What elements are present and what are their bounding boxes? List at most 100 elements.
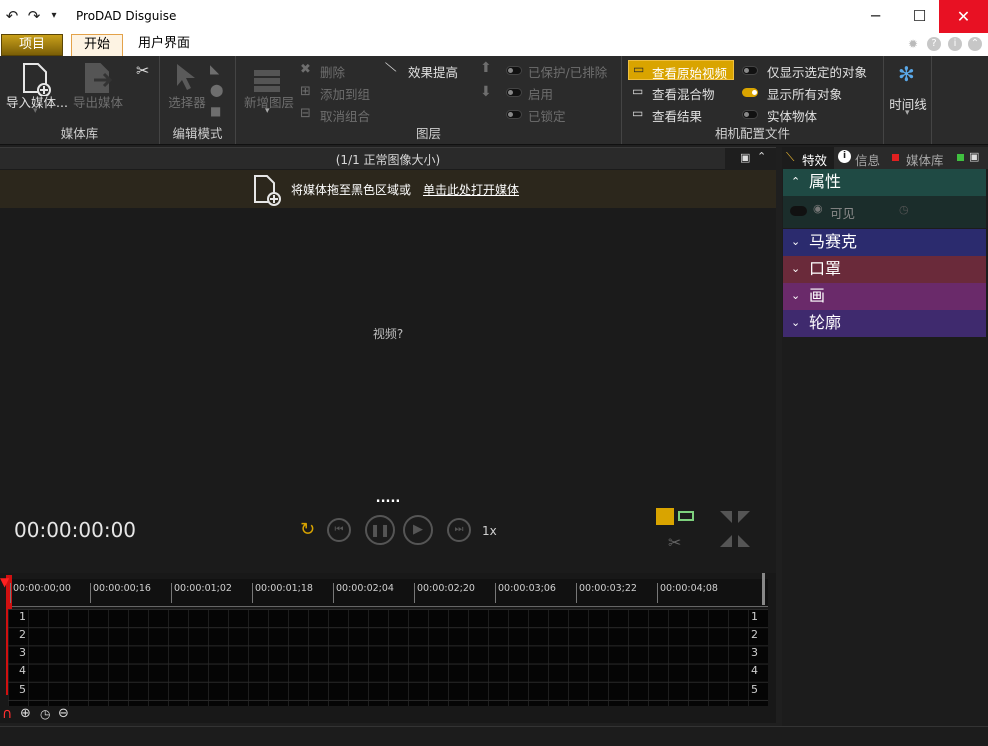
- section-properties[interactable]: ⌃ 属性: [783, 169, 986, 196]
- section-mask[interactable]: ⌄ 口罩: [783, 256, 986, 283]
- open-media-link[interactable]: 单击此处打开媒体: [423, 181, 519, 198]
- enabled-toggle[interactable]: [506, 88, 522, 97]
- minimize-button[interactable]: ─: [851, 0, 900, 33]
- show-all-toggle[interactable]: [742, 88, 758, 97]
- new-layer-dropdown-icon[interactable]: ▾: [265, 106, 270, 116]
- monitor-mix-icon: ▭: [632, 84, 644, 98]
- view-mix-button[interactable]: 查看混合物: [652, 84, 715, 103]
- info-tab-icon: i: [838, 150, 851, 163]
- track-number: 5: [19, 683, 26, 696]
- ruler-tick: 00:00:01;18: [252, 583, 313, 603]
- tab-user-interface[interactable]: 用户界面: [131, 34, 197, 56]
- delete-button[interactable]: 删除: [320, 62, 345, 81]
- viewer-zoom-label: (1/1 正常图像大小): [335, 153, 441, 167]
- view-original-video-button[interactable]: ▭ 查看原始视频: [628, 60, 734, 81]
- track-number: 1: [19, 610, 26, 623]
- ruler-tick: 00:00:00;00: [10, 583, 71, 603]
- timeline-panel[interactable]: ▼ 00:00:00;00 00:00:00;16 00:00:01;02 00…: [0, 573, 776, 723]
- only-selected-toggle[interactable]: [742, 66, 758, 75]
- enabled-label: 启用: [528, 87, 554, 102]
- selector-button[interactable]: 选择器: [162, 92, 212, 111]
- mark-out-icon[interactable]: [678, 511, 694, 521]
- video-placeholder-text: 视频?: [372, 327, 404, 341]
- scissors-icon[interactable]: ✂: [136, 61, 149, 80]
- close-button[interactable]: ✕: [939, 0, 988, 33]
- group-media-library: 导入媒体... ▾ 导出媒体 ✂ 媒体库: [0, 56, 160, 144]
- playback-speed[interactable]: 1x: [482, 524, 497, 538]
- import-media-icon: [23, 63, 51, 96]
- ruler-tick: 00:00:02;04: [333, 583, 394, 603]
- track-number-right: 5: [751, 683, 758, 696]
- collapse-chevron-icon: ⌃: [791, 175, 801, 188]
- locked-toggle[interactable]: [506, 110, 522, 119]
- add-to-group-button[interactable]: 添加到组: [320, 84, 370, 103]
- tab-start[interactable]: 开始: [71, 34, 123, 56]
- tab-project[interactable]: 项目: [1, 34, 63, 56]
- end-marker[interactable]: [762, 573, 765, 605]
- move-up-icon[interactable]: ⬆: [480, 60, 492, 76]
- timeline-dropdown-icon[interactable]: ▾: [905, 108, 910, 118]
- import-dropdown-icon[interactable]: ▾: [33, 106, 38, 116]
- zoom-out-icon[interactable]: ⊖: [58, 706, 69, 721]
- panel-status-icon: [957, 154, 964, 161]
- media-library-group-label: 媒体库: [60, 126, 99, 141]
- track-number: 2: [19, 628, 26, 641]
- pause-button[interactable]: ❚❚: [365, 515, 395, 545]
- ruler-tick: 00:00:03;22: [576, 583, 637, 603]
- visible-label: 可见: [830, 206, 856, 221]
- section-outline[interactable]: ⌄ 轮廓: [783, 310, 986, 337]
- play-button[interactable]: ▶: [403, 515, 433, 545]
- info-icon[interactable]: i: [948, 37, 962, 51]
- visible-toggle[interactable]: [790, 206, 807, 216]
- section-mosaic[interactable]: ⌄ 马赛克: [783, 229, 986, 256]
- timecode-display: 00:00:00:00: [14, 518, 137, 542]
- monitor-icon: ▭: [633, 62, 645, 76]
- previous-frame-button[interactable]: ⏮: [327, 518, 351, 542]
- viewer-header: (1/1 正常图像大小) ▣ ⌃: [0, 147, 776, 170]
- banner-text: 将媒体拖至黑色区域或: [291, 183, 412, 197]
- eye-icon: ◉: [813, 202, 823, 215]
- maximize-viewer-icon[interactable]: ▣: [740, 151, 750, 164]
- section-paint[interactable]: ⌄ 画: [783, 283, 986, 310]
- maximize-button[interactable]: ☐: [895, 0, 944, 33]
- loop-icon[interactable]: ↻: [300, 519, 315, 540]
- collapse-viewer-icon[interactable]: ⌃: [757, 150, 766, 163]
- tab-media-library[interactable]: 媒体库: [906, 150, 944, 169]
- zoom-in-icon[interactable]: ⊕: [20, 706, 31, 721]
- solid-object-toggle[interactable]: [742, 110, 758, 119]
- tool-lasso-icon[interactable]: ⬤: [210, 83, 223, 97]
- export-media-button[interactable]: 导出媒体: [70, 92, 126, 111]
- paint-label: 画: [809, 286, 826, 305]
- fullscreen-icon[interactable]: [718, 509, 752, 549]
- viewer-dots: .....: [375, 491, 401, 506]
- tab-info[interactable]: 信息: [855, 150, 880, 169]
- undo-icon[interactable]: ↶: [2, 7, 22, 25]
- track-number: 3: [19, 646, 26, 659]
- playhead-marker-icon[interactable]: ▼: [0, 575, 9, 589]
- mark-in-icon[interactable]: [656, 508, 674, 525]
- move-down-icon[interactable]: ⬇: [480, 84, 492, 100]
- effect-boost-button[interactable]: 效果提高: [408, 62, 458, 81]
- view-original-video-label: 查看原始视频: [652, 66, 728, 81]
- camera-profile-group-label: 相机配置文件: [714, 126, 790, 141]
- quick-access-dropdown-icon[interactable]: ▾: [44, 7, 64, 25]
- magnet-icon[interactable]: ∩: [2, 706, 12, 722]
- title-bar: ↶ ↷ ▾ ProDAD Disguise ─ ☐ ✕: [0, 0, 988, 33]
- maximize-panel-icon[interactable]: ▣: [969, 150, 979, 163]
- tool-arrow-icon[interactable]: ◣: [210, 62, 219, 76]
- collapse-ribbon-icon[interactable]: ⌃: [968, 37, 982, 51]
- protected-toggle[interactable]: [506, 66, 522, 75]
- clock-icon[interactable]: ◷: [40, 707, 50, 721]
- protected-label: 已保护/已排除: [528, 65, 608, 80]
- group-edit-mode: ◣ ⬤ ■ 选择器 编辑模式: [160, 56, 236, 144]
- tab-effects[interactable]: 特效: [802, 150, 827, 169]
- ruler-tick: 00:00:03;06: [495, 583, 556, 603]
- monitor-result-icon: ▭: [632, 106, 644, 120]
- lightbulb-icon[interactable]: ✹: [906, 37, 920, 51]
- next-frame-button[interactable]: ⏭: [447, 518, 471, 542]
- cut-icon[interactable]: ✂: [668, 533, 681, 552]
- video-viewer[interactable]: (1/1 正常图像大小) ▣ ⌃ 将媒体拖至黑色区域或 单击此处打开媒体 视频?…: [0, 147, 776, 573]
- help-icon[interactable]: ?: [927, 37, 941, 51]
- track-grid[interactable]: [8, 609, 768, 706]
- redo-icon[interactable]: ↷: [24, 7, 44, 25]
